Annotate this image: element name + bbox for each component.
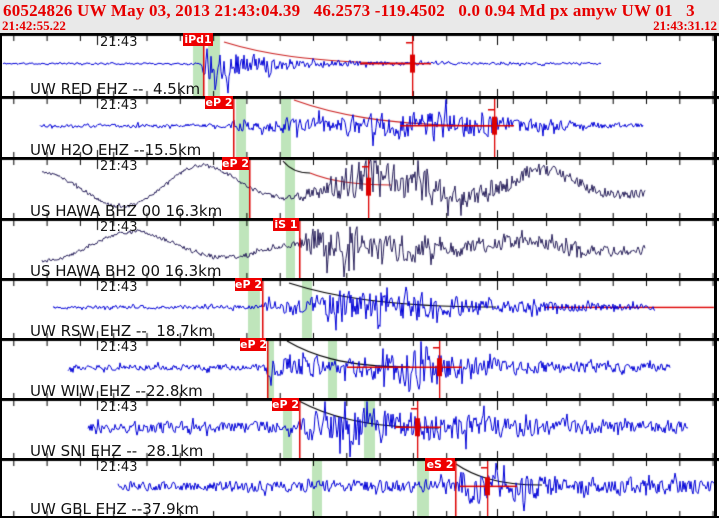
station-label: UW SNI EHZ -- 28.1km [30, 443, 203, 459]
seismogram-viewer-window: 60524826 UW May 03, 2013 21:43:04.39 46.… [0, 0, 719, 518]
window-end-time: 21:43:31.12 [653, 18, 717, 34]
waveform-panel: 21:43 eS 2 UW GBL EHZ --37.9km [0, 458, 719, 516]
station-label: UW GBL EHZ --37.9km [30, 501, 199, 517]
plot-left-border [0, 33, 2, 518]
phase-pick-flag[interactable]: eS 2 [425, 458, 455, 471]
panel-minute-label: 21:43 [100, 36, 137, 50]
station-label: US HAWA BHZ 00 16.3km [30, 203, 222, 219]
phase-pick-flag[interactable]: iPd1 [183, 33, 213, 46]
waveform-panel: 21:43 eP 2 UW SNI EHZ -- 28.1km [0, 398, 719, 458]
panel-minute-label: 21:43 [100, 221, 137, 235]
panel-minute-label: 21:43 [100, 160, 137, 174]
station-label: UW RED EHZ -- 4.5km [30, 81, 200, 97]
station-label: UW RSW EHZ -- 18.7km [30, 323, 213, 339]
waveform-panel: 21:43 iPd1 UW RED EHZ -- 4.5km [0, 33, 719, 96]
station-label: UW WIW EHZ --22.8km [30, 383, 203, 399]
station-label: US HAWA BH2 00 16.3km [30, 263, 221, 279]
waveform-panel: 21:43 eP 2 UW RSW EHZ -- 18.7km [0, 278, 719, 338]
phase-pick-flag[interactable]: eP 2 [205, 96, 233, 109]
panel-minute-label: 21:43 [100, 281, 137, 295]
panel-minute-label: 21:43 [100, 401, 137, 415]
waveform-panel: 21:43 eP 2 US HAWA BHZ 00 16.3km [0, 157, 719, 218]
plot-right-border [714, 33, 717, 518]
event-summary-header: 60524826 UW May 03, 2013 21:43:04.39 46.… [3, 1, 719, 21]
station-label: UW H2O EHZ --15.5km [30, 142, 201, 158]
waveform-panel: 21:43 iS 1 US HAWA BH2 00 16.3km [0, 218, 719, 278]
phase-pick-flag[interactable]: eP 2 [222, 157, 249, 170]
phase-pick-flag[interactable]: eP 2 [240, 338, 266, 351]
phase-pick-flag[interactable]: eP 2 [272, 398, 299, 411]
window-start-time: 21:42:55.22 [2, 18, 66, 34]
panel-minute-label: 21:43 [100, 461, 137, 475]
panel-minute-label: 21:43 [100, 99, 137, 113]
phase-pick-flag[interactable]: eP 2 [235, 278, 262, 291]
phase-pick-flag[interactable]: iS 1 [273, 218, 299, 231]
panel-minute-label: 21:43 [100, 341, 137, 355]
waveform-panel: 21:43 eP 2 UW WIW EHZ --22.8km [0, 338, 719, 398]
waveform-panel: 21:43 eP 2 UW H2O EHZ --15.5km [0, 96, 719, 157]
